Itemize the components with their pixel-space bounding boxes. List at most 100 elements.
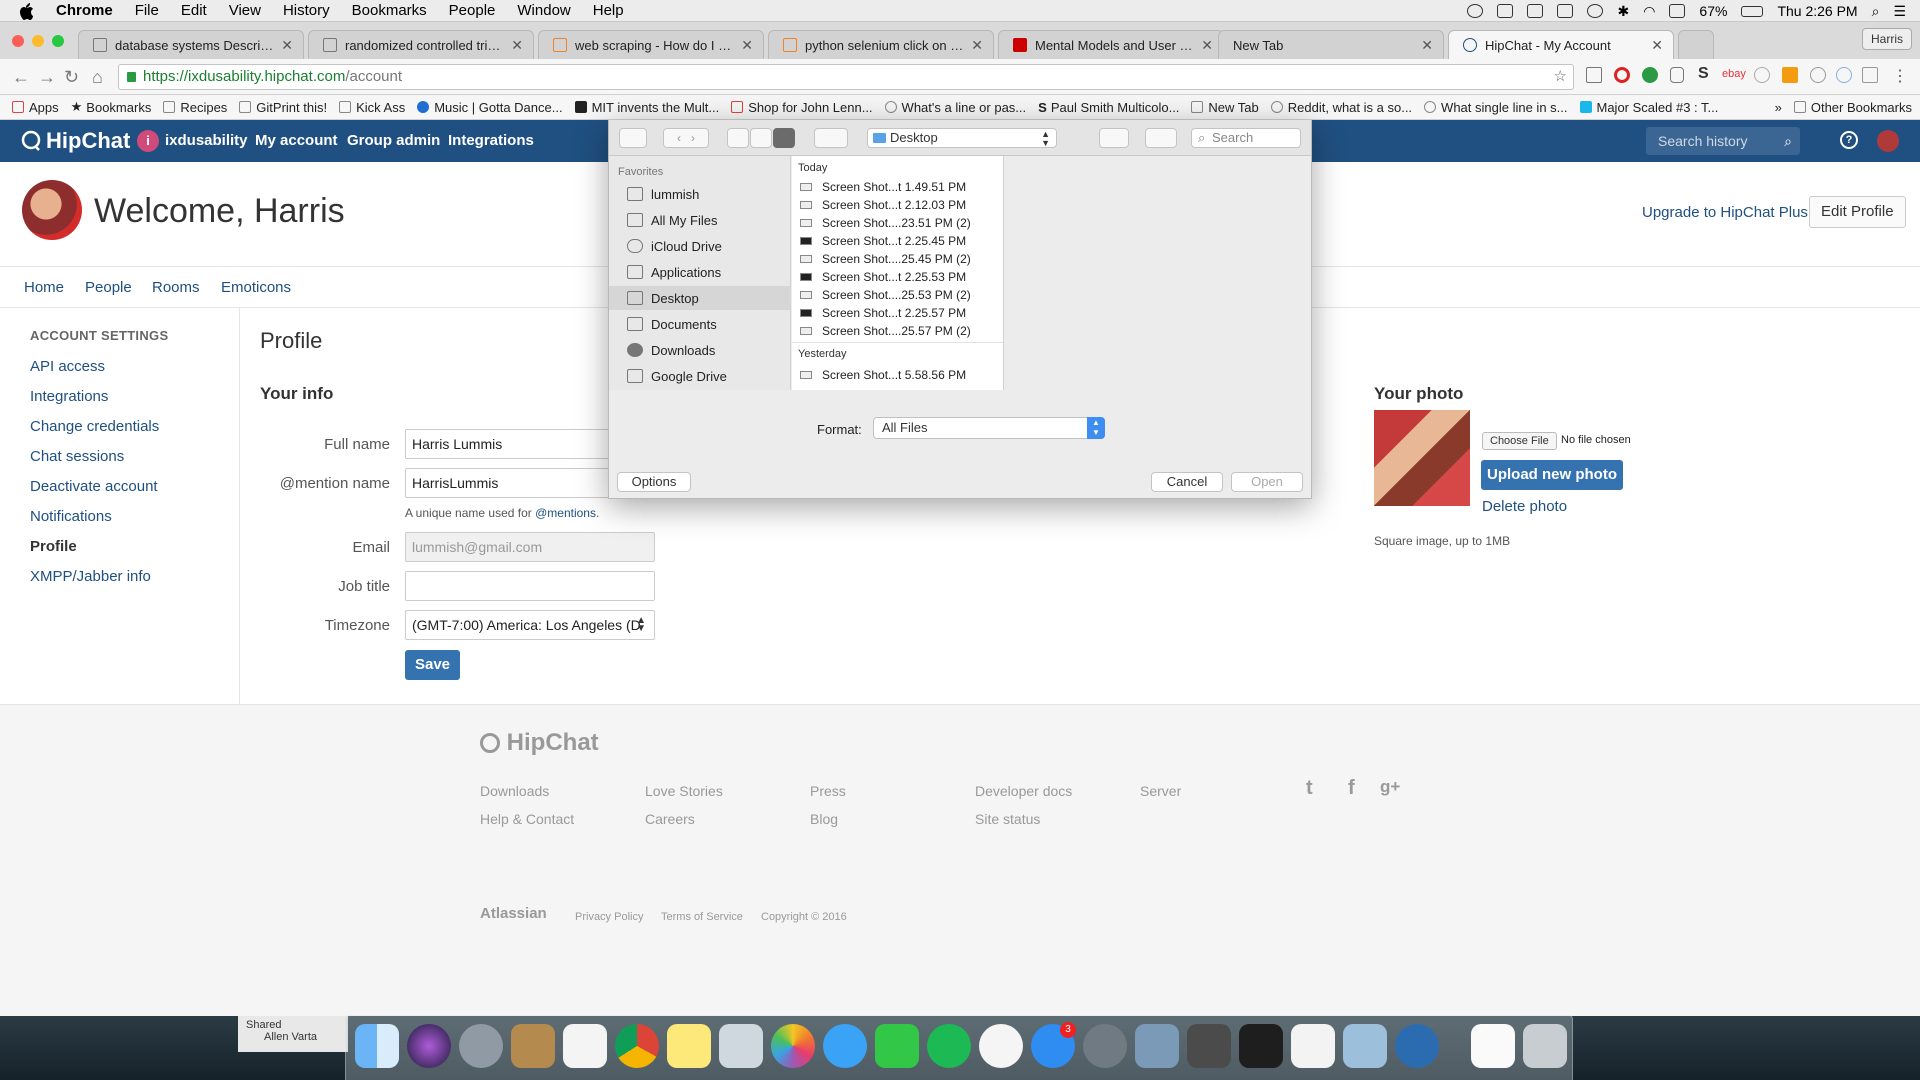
- file-row[interactable]: Screen Shot....23.51 PM (2): [792, 214, 1003, 232]
- extension-leaf-icon[interactable]: [1862, 67, 1878, 83]
- itunes-icon[interactable]: [979, 1024, 1023, 1068]
- back-icon[interactable]: ‹ ›: [663, 128, 709, 148]
- back-icon[interactable]: ←: [12, 68, 30, 86]
- fav-all-my-files[interactable]: All My Files: [609, 208, 791, 232]
- spotify-icon[interactable]: [927, 1024, 971, 1068]
- slack-icon[interactable]: [1291, 1024, 1335, 1068]
- chrome-profile-button[interactable]: Harris: [1862, 28, 1912, 50]
- choose-file-button[interactable]: Choose File: [1482, 432, 1557, 450]
- bookmark-other[interactable]: Other Bookmarks: [1793, 100, 1912, 115]
- system-preferences-icon[interactable]: [1083, 1024, 1127, 1068]
- help-icon[interactable]: ?: [1840, 131, 1858, 149]
- close-tab-icon[interactable]: ✕: [1201, 37, 1213, 54]
- launchpad-icon[interactable]: [459, 1024, 503, 1068]
- finder-icon[interactable]: [355, 1024, 399, 1068]
- nav-group-admin[interactable]: Group admin: [347, 132, 440, 149]
- footer-developer-docs[interactable]: Developer docs: [975, 783, 1072, 799]
- bookmark-major-scaled[interactable]: Major Scaled #3 : T...: [1579, 100, 1718, 115]
- footer-terms[interactable]: Terms of Service: [661, 911, 743, 923]
- options-button[interactable]: Options: [617, 472, 691, 492]
- mentions-link[interactable]: @mentions: [535, 506, 596, 520]
- fav-home[interactable]: lummish: [609, 182, 791, 206]
- chrome-menu-icon[interactable]: ⋮: [1892, 66, 1908, 86]
- footer-blog[interactable]: Blog: [810, 811, 838, 827]
- location-popup[interactable]: Desktop ▲ ▼: [867, 128, 1057, 148]
- apple-menu-icon[interactable]: [18, 2, 34, 20]
- hipchat-logo[interactable]: HipChat: [20, 128, 130, 154]
- bookmark-gitprint[interactable]: GitPrint this!: [239, 100, 327, 115]
- extension-opera-icon[interactable]: [1614, 67, 1630, 83]
- facetime-icon[interactable]: [875, 1024, 919, 1068]
- footer-site-status[interactable]: Site status: [975, 811, 1040, 827]
- share-icon[interactable]: [1099, 128, 1129, 148]
- document-file-icon[interactable]: [1471, 1024, 1515, 1068]
- fav-desktop[interactable]: Desktop: [609, 286, 791, 310]
- file-row[interactable]: Screen Shot...t 2.25.57 PM: [792, 304, 1003, 322]
- reminders-icon[interactable]: [563, 1024, 607, 1068]
- extension-s-icon[interactable]: S: [1698, 65, 1709, 83]
- menu-window[interactable]: Window: [517, 0, 570, 22]
- status-icon-3[interactable]: [1527, 4, 1544, 18]
- sidebar-item-change-credentials[interactable]: Change credentials: [30, 418, 159, 435]
- nav-integrations[interactable]: Integrations: [448, 132, 534, 149]
- hipchat-icon[interactable]: [1395, 1024, 1439, 1068]
- upgrade-link[interactable]: Upgrade to HipChat Plus: [1642, 204, 1808, 221]
- status-icon-5[interactable]: [1587, 4, 1604, 18]
- status-icon-1[interactable]: [1467, 4, 1484, 18]
- messages-icon[interactable]: [823, 1024, 867, 1068]
- tab-hipchat-account[interactable]: HipChat - My Account ✕: [1448, 30, 1674, 59]
- subnav-people[interactable]: People: [85, 279, 132, 296]
- airplay-icon[interactable]: [1669, 4, 1686, 18]
- fav-documents[interactable]: Documents: [609, 312, 791, 336]
- org-avatar[interactable]: i: [137, 130, 159, 152]
- sidebar-item-api-access[interactable]: API access: [30, 358, 105, 375]
- file-row[interactable]: Screen Shot...t 1.49.51 PM: [792, 178, 1003, 196]
- search-history-input[interactable]: Search history ⌕: [1646, 127, 1800, 155]
- extension-pin-icon[interactable]: [1810, 67, 1826, 83]
- zoom-window-button[interactable]: [52, 35, 64, 47]
- tab-python-selenium[interactable]: python selenium click on butto ✕: [768, 30, 994, 59]
- extension-off-icon[interactable]: [1782, 67, 1798, 83]
- fav-google-drive[interactable]: Google Drive: [609, 364, 791, 388]
- open-button[interactable]: Open: [1231, 472, 1303, 492]
- sidebar-item-xmpp[interactable]: XMPP/Jabber info: [30, 568, 151, 585]
- twitter-icon[interactable]: t: [1306, 777, 1313, 800]
- footer-server[interactable]: Server: [1140, 783, 1181, 799]
- cast-icon[interactable]: [1586, 67, 1602, 83]
- clock[interactable]: Thu 2:26 PM: [1777, 3, 1857, 19]
- bookmark-music[interactable]: Music | Gotta Dance...: [417, 100, 563, 115]
- fav-downloads[interactable]: Downloads: [609, 338, 791, 362]
- file-row[interactable]: Screen Shot....25.45 PM (2): [792, 250, 1003, 268]
- save-button[interactable]: Save: [405, 650, 460, 680]
- notification-center-icon[interactable]: ☰: [1893, 3, 1906, 20]
- file-row[interactable]: Screen Shot...t 5.58.56 PM: [792, 366, 1003, 384]
- bookmark-new-tab[interactable]: New Tab: [1191, 100, 1259, 115]
- extension-ebay-icon[interactable]: ebay: [1722, 68, 1746, 80]
- bookmark-apps[interactable]: Apps: [12, 100, 59, 115]
- nav-org[interactable]: ixdusability: [165, 132, 248, 149]
- trash-icon[interactable]: [1523, 1024, 1567, 1068]
- bookmark-mit[interactable]: MIT invents the Mult...: [574, 100, 719, 115]
- bookmark-paul-smith[interactable]: S Paul Smith Multicolo...: [1038, 100, 1179, 115]
- menu-bookmarks[interactable]: Bookmarks: [352, 0, 427, 22]
- timezone-select[interactable]: (GMT-7:00) America: Los Angeles (D ▲ ▼: [405, 610, 655, 640]
- preview-icon[interactable]: [719, 1024, 763, 1068]
- facebook-icon[interactable]: f: [1348, 777, 1355, 800]
- sidebar-item-deactivate-account[interactable]: Deactivate account: [30, 478, 158, 495]
- terminal-icon[interactable]: [1239, 1024, 1283, 1068]
- mail-icon[interactable]: [1135, 1024, 1179, 1068]
- google-drive-status-icon[interactable]: [1497, 4, 1514, 18]
- home-icon[interactable]: ⌂: [92, 68, 103, 86]
- list-view-icon[interactable]: [750, 128, 772, 148]
- close-tab-icon[interactable]: ✕: [741, 37, 753, 54]
- wifi-icon[interactable]: ◠: [1643, 3, 1655, 20]
- subnav-home[interactable]: Home: [24, 279, 64, 296]
- cancel-button[interactable]: Cancel: [1151, 472, 1223, 492]
- close-tab-icon[interactable]: ✕: [1421, 37, 1433, 54]
- siri-icon[interactable]: [407, 1024, 451, 1068]
- footer-careers[interactable]: Careers: [645, 811, 695, 827]
- close-tab-icon[interactable]: ✕: [281, 37, 293, 54]
- extension-green-icon[interactable]: [1642, 67, 1658, 83]
- minimize-window-button[interactable]: [32, 35, 44, 47]
- fav-icloud-drive[interactable]: iCloud Drive: [609, 234, 791, 258]
